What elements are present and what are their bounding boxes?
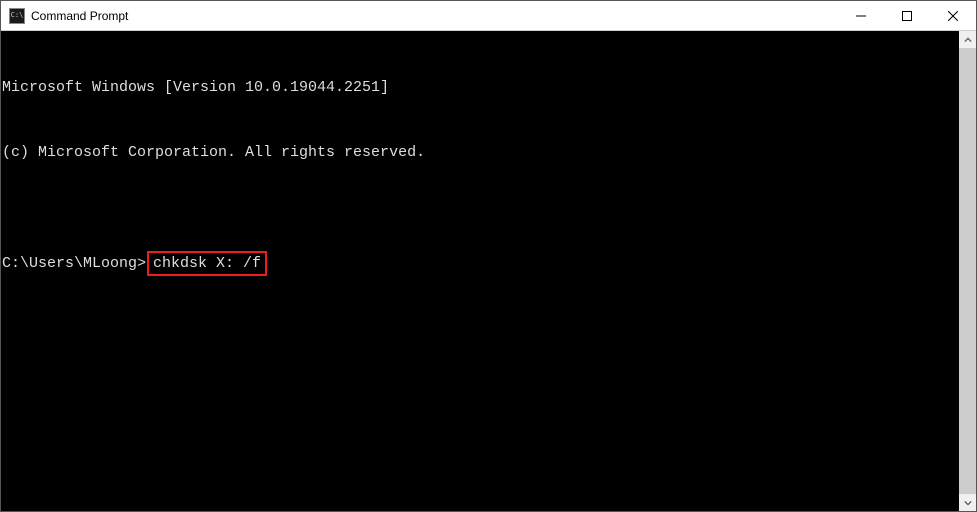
minimize-button[interactable]	[838, 1, 884, 30]
vertical-scrollbar[interactable]	[959, 31, 976, 511]
terminal[interactable]: Microsoft Windows [Version 10.0.19044.22…	[1, 31, 959, 511]
prompt-line: C:\Users\MLoong>chkdsk X: /f	[2, 251, 958, 277]
close-button[interactable]	[930, 1, 976, 30]
minimize-icon	[856, 11, 866, 21]
scrollbar-thumb[interactable]	[959, 48, 976, 494]
app-icon: C:\	[9, 8, 25, 24]
command-prompt-window: C:\ Command Prompt Microsoft Windows [Ve…	[0, 0, 977, 512]
chevron-down-icon	[964, 499, 972, 507]
scrollbar-up-button[interactable]	[959, 31, 976, 48]
window-title: Command Prompt	[31, 9, 838, 23]
terminal-output-line: Microsoft Windows [Version 10.0.19044.22…	[2, 77, 958, 99]
close-icon	[948, 11, 958, 21]
maximize-icon	[902, 11, 912, 21]
scrollbar-track[interactable]	[959, 48, 976, 494]
terminal-output-line: (c) Microsoft Corporation. All rights re…	[2, 142, 958, 164]
app-icon-glyph: C:\	[11, 12, 24, 19]
command-input-highlighted[interactable]: chkdsk X: /f	[147, 251, 267, 277]
chevron-up-icon	[964, 36, 972, 44]
titlebar[interactable]: C:\ Command Prompt	[1, 1, 976, 31]
maximize-button[interactable]	[884, 1, 930, 30]
scrollbar-down-button[interactable]	[959, 494, 976, 511]
terminal-wrapper: Microsoft Windows [Version 10.0.19044.22…	[1, 31, 976, 511]
window-controls	[838, 1, 976, 30]
prompt-path: C:\Users\MLoong>	[2, 253, 146, 275]
